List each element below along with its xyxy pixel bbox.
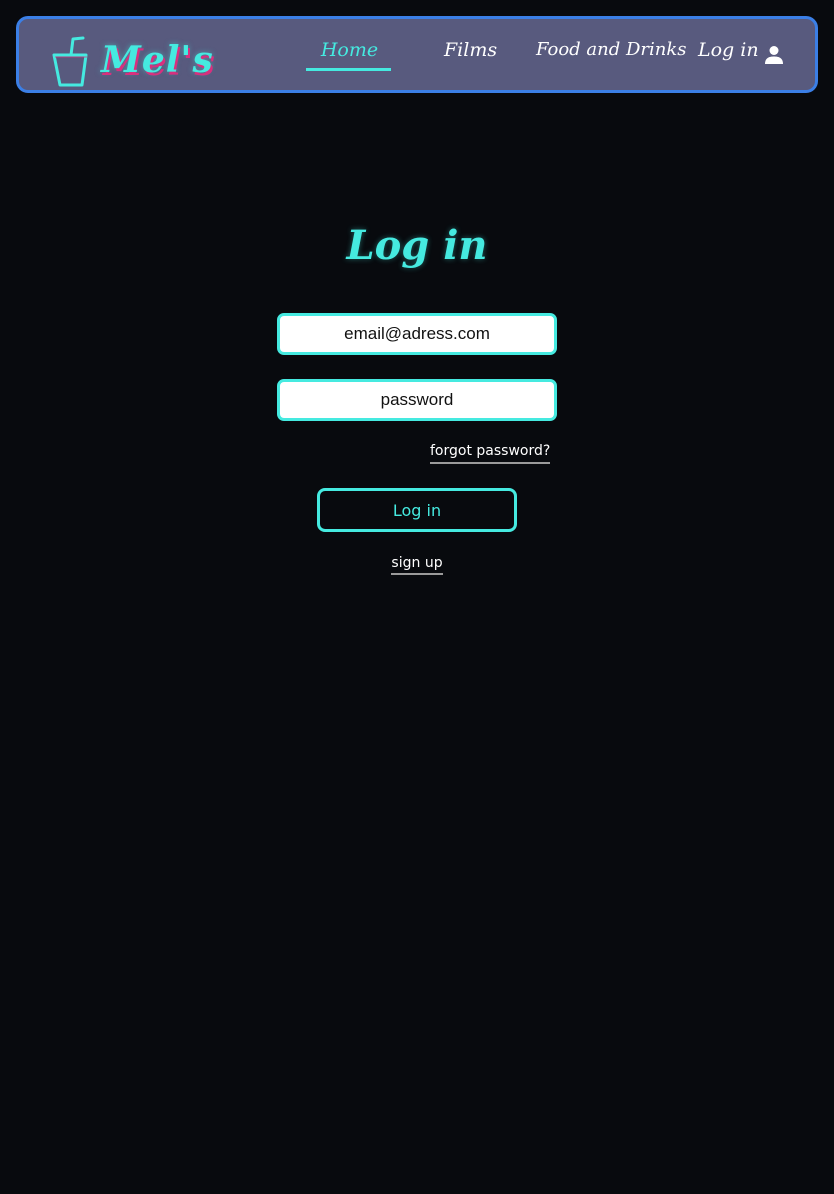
- navbar: Mel's Home Films Food and Drinks Log in: [16, 16, 818, 93]
- logo[interactable]: Mel's: [49, 33, 213, 89]
- signup-container: sign up: [0, 552, 834, 575]
- user-icon[interactable]: [764, 45, 784, 65]
- forgot-password-link[interactable]: forgot password?: [430, 443, 551, 464]
- password-field[interactable]: [277, 379, 557, 421]
- page-title: Log in: [346, 222, 488, 269]
- email-field[interactable]: [277, 313, 557, 355]
- logo-text: Mel's: [101, 39, 214, 81]
- nav-link-food-and-drinks[interactable]: Food and Drinks: [536, 39, 687, 60]
- nav-link-login[interactable]: Log in: [698, 39, 759, 61]
- drink-cup-icon: [52, 36, 88, 87]
- signup-link[interactable]: sign up: [391, 555, 443, 575]
- login-button[interactable]: Log in: [317, 488, 517, 532]
- nav-link-films[interactable]: Films: [444, 39, 497, 61]
- nav-link-home[interactable]: Home: [306, 39, 393, 61]
- active-tab-underline: [306, 68, 391, 71]
